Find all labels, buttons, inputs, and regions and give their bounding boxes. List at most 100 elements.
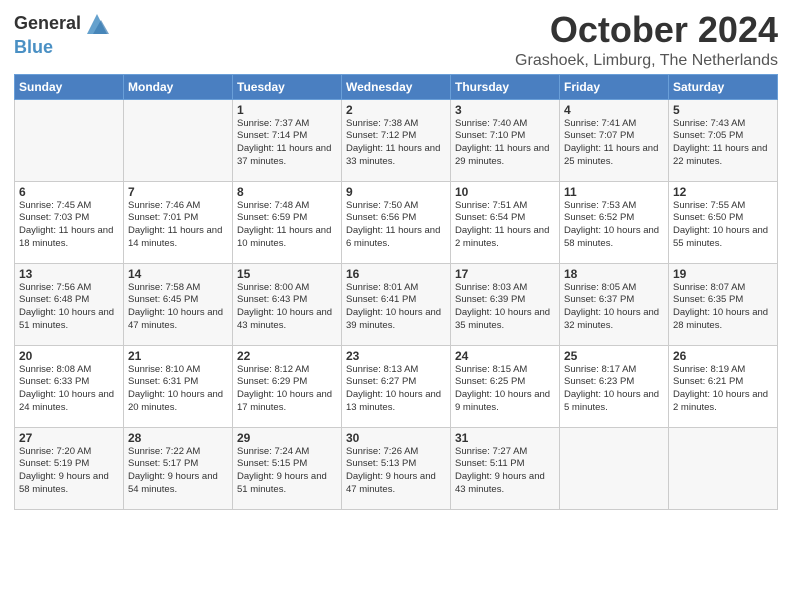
weekday-header-thursday: Thursday bbox=[451, 74, 560, 99]
cell-info: Sunrise: 8:13 AM Sunset: 6:27 PM Dayligh… bbox=[346, 364, 446, 415]
calendar-cell: 15Sunrise: 8:00 AM Sunset: 6:43 PM Dayli… bbox=[233, 263, 342, 345]
month-title: October 2024 bbox=[515, 10, 778, 50]
calendar-cell: 27Sunrise: 7:20 AM Sunset: 5:19 PM Dayli… bbox=[15, 427, 124, 509]
day-number: 1 bbox=[237, 103, 337, 117]
day-number: 14 bbox=[128, 267, 228, 281]
cell-info: Sunrise: 7:48 AM Sunset: 6:59 PM Dayligh… bbox=[237, 200, 337, 251]
calendar-cell: 28Sunrise: 7:22 AM Sunset: 5:17 PM Dayli… bbox=[124, 427, 233, 509]
day-number: 8 bbox=[237, 185, 337, 199]
day-number: 21 bbox=[128, 349, 228, 363]
day-number: 29 bbox=[237, 431, 337, 445]
calendar-cell: 9Sunrise: 7:50 AM Sunset: 6:56 PM Daylig… bbox=[342, 181, 451, 263]
cell-info: Sunrise: 7:26 AM Sunset: 5:13 PM Dayligh… bbox=[346, 446, 446, 497]
calendar-cell bbox=[15, 99, 124, 181]
calendar-week-row: 27Sunrise: 7:20 AM Sunset: 5:19 PM Dayli… bbox=[15, 427, 778, 509]
calendar-cell: 5Sunrise: 7:43 AM Sunset: 7:05 PM Daylig… bbox=[669, 99, 778, 181]
weekday-header-saturday: Saturday bbox=[669, 74, 778, 99]
day-number: 31 bbox=[455, 431, 555, 445]
logo-text: General bbox=[14, 14, 81, 34]
calendar-cell: 6Sunrise: 7:45 AM Sunset: 7:03 PM Daylig… bbox=[15, 181, 124, 263]
calendar-cell: 31Sunrise: 7:27 AM Sunset: 5:11 PM Dayli… bbox=[451, 427, 560, 509]
calendar-cell: 18Sunrise: 8:05 AM Sunset: 6:37 PM Dayli… bbox=[560, 263, 669, 345]
cell-info: Sunrise: 7:22 AM Sunset: 5:17 PM Dayligh… bbox=[128, 446, 228, 497]
calendar-cell: 29Sunrise: 7:24 AM Sunset: 5:15 PM Dayli… bbox=[233, 427, 342, 509]
logo-icon bbox=[83, 10, 111, 38]
calendar-cell: 17Sunrise: 8:03 AM Sunset: 6:39 PM Dayli… bbox=[451, 263, 560, 345]
cell-info: Sunrise: 7:51 AM Sunset: 6:54 PM Dayligh… bbox=[455, 200, 555, 251]
logo: General Blue bbox=[14, 10, 111, 58]
cell-info: Sunrise: 8:07 AM Sunset: 6:35 PM Dayligh… bbox=[673, 282, 773, 333]
cell-info: Sunrise: 7:43 AM Sunset: 7:05 PM Dayligh… bbox=[673, 118, 773, 169]
calendar-week-row: 1Sunrise: 7:37 AM Sunset: 7:14 PM Daylig… bbox=[15, 99, 778, 181]
day-number: 19 bbox=[673, 267, 773, 281]
calendar-cell: 26Sunrise: 8:19 AM Sunset: 6:21 PM Dayli… bbox=[669, 345, 778, 427]
calendar-cell: 3Sunrise: 7:40 AM Sunset: 7:10 PM Daylig… bbox=[451, 99, 560, 181]
calendar-cell: 14Sunrise: 7:58 AM Sunset: 6:45 PM Dayli… bbox=[124, 263, 233, 345]
cell-info: Sunrise: 7:24 AM Sunset: 5:15 PM Dayligh… bbox=[237, 446, 337, 497]
calendar-cell: 21Sunrise: 8:10 AM Sunset: 6:31 PM Dayli… bbox=[124, 345, 233, 427]
cell-info: Sunrise: 8:15 AM Sunset: 6:25 PM Dayligh… bbox=[455, 364, 555, 415]
calendar-cell: 12Sunrise: 7:55 AM Sunset: 6:50 PM Dayli… bbox=[669, 181, 778, 263]
calendar-cell: 22Sunrise: 8:12 AM Sunset: 6:29 PM Dayli… bbox=[233, 345, 342, 427]
cell-info: Sunrise: 7:27 AM Sunset: 5:11 PM Dayligh… bbox=[455, 446, 555, 497]
header: General Blue October 2024 Grashoek, Limb… bbox=[14, 10, 778, 70]
calendar-week-row: 20Sunrise: 8:08 AM Sunset: 6:33 PM Dayli… bbox=[15, 345, 778, 427]
day-number: 4 bbox=[564, 103, 664, 117]
day-number: 20 bbox=[19, 349, 119, 363]
day-number: 25 bbox=[564, 349, 664, 363]
cell-info: Sunrise: 8:08 AM Sunset: 6:33 PM Dayligh… bbox=[19, 364, 119, 415]
cell-info: Sunrise: 8:12 AM Sunset: 6:29 PM Dayligh… bbox=[237, 364, 337, 415]
location-title: Grashoek, Limburg, The Netherlands bbox=[515, 52, 778, 70]
calendar-cell: 2Sunrise: 7:38 AM Sunset: 7:12 PM Daylig… bbox=[342, 99, 451, 181]
day-number: 5 bbox=[673, 103, 773, 117]
day-number: 18 bbox=[564, 267, 664, 281]
cell-info: Sunrise: 8:01 AM Sunset: 6:41 PM Dayligh… bbox=[346, 282, 446, 333]
calendar-week-row: 6Sunrise: 7:45 AM Sunset: 7:03 PM Daylig… bbox=[15, 181, 778, 263]
cell-info: Sunrise: 8:10 AM Sunset: 6:31 PM Dayligh… bbox=[128, 364, 228, 415]
cell-info: Sunrise: 7:45 AM Sunset: 7:03 PM Dayligh… bbox=[19, 200, 119, 251]
cell-info: Sunrise: 7:58 AM Sunset: 6:45 PM Dayligh… bbox=[128, 282, 228, 333]
calendar-week-row: 13Sunrise: 7:56 AM Sunset: 6:48 PM Dayli… bbox=[15, 263, 778, 345]
logo-blue-text: Blue bbox=[14, 37, 53, 57]
day-number: 24 bbox=[455, 349, 555, 363]
calendar-cell: 24Sunrise: 8:15 AM Sunset: 6:25 PM Dayli… bbox=[451, 345, 560, 427]
cell-info: Sunrise: 7:56 AM Sunset: 6:48 PM Dayligh… bbox=[19, 282, 119, 333]
calendar-table: SundayMondayTuesdayWednesdayThursdayFrid… bbox=[14, 74, 778, 510]
title-block: October 2024 Grashoek, Limburg, The Neth… bbox=[515, 10, 778, 70]
weekday-header-friday: Friday bbox=[560, 74, 669, 99]
day-number: 22 bbox=[237, 349, 337, 363]
day-number: 17 bbox=[455, 267, 555, 281]
cell-info: Sunrise: 7:53 AM Sunset: 6:52 PM Dayligh… bbox=[564, 200, 664, 251]
day-number: 26 bbox=[673, 349, 773, 363]
calendar-cell: 7Sunrise: 7:46 AM Sunset: 7:01 PM Daylig… bbox=[124, 181, 233, 263]
day-number: 2 bbox=[346, 103, 446, 117]
day-number: 23 bbox=[346, 349, 446, 363]
calendar-cell: 11Sunrise: 7:53 AM Sunset: 6:52 PM Dayli… bbox=[560, 181, 669, 263]
weekday-header-wednesday: Wednesday bbox=[342, 74, 451, 99]
day-number: 10 bbox=[455, 185, 555, 199]
calendar-cell: 16Sunrise: 8:01 AM Sunset: 6:41 PM Dayli… bbox=[342, 263, 451, 345]
cell-info: Sunrise: 7:38 AM Sunset: 7:12 PM Dayligh… bbox=[346, 118, 446, 169]
weekday-header-row: SundayMondayTuesdayWednesdayThursdayFrid… bbox=[15, 74, 778, 99]
weekday-header-sunday: Sunday bbox=[15, 74, 124, 99]
day-number: 3 bbox=[455, 103, 555, 117]
day-number: 30 bbox=[346, 431, 446, 445]
day-number: 9 bbox=[346, 185, 446, 199]
calendar-cell: 4Sunrise: 7:41 AM Sunset: 7:07 PM Daylig… bbox=[560, 99, 669, 181]
cell-info: Sunrise: 7:37 AM Sunset: 7:14 PM Dayligh… bbox=[237, 118, 337, 169]
weekday-header-monday: Monday bbox=[124, 74, 233, 99]
cell-info: Sunrise: 7:20 AM Sunset: 5:19 PM Dayligh… bbox=[19, 446, 119, 497]
main-container: General Blue October 2024 Grashoek, Limb… bbox=[0, 0, 792, 520]
calendar-cell: 8Sunrise: 7:48 AM Sunset: 6:59 PM Daylig… bbox=[233, 181, 342, 263]
cell-info: Sunrise: 8:17 AM Sunset: 6:23 PM Dayligh… bbox=[564, 364, 664, 415]
calendar-cell: 13Sunrise: 7:56 AM Sunset: 6:48 PM Dayli… bbox=[15, 263, 124, 345]
calendar-cell: 20Sunrise: 8:08 AM Sunset: 6:33 PM Dayli… bbox=[15, 345, 124, 427]
cell-info: Sunrise: 8:03 AM Sunset: 6:39 PM Dayligh… bbox=[455, 282, 555, 333]
calendar-cell: 1Sunrise: 7:37 AM Sunset: 7:14 PM Daylig… bbox=[233, 99, 342, 181]
cell-info: Sunrise: 7:46 AM Sunset: 7:01 PM Dayligh… bbox=[128, 200, 228, 251]
cell-info: Sunrise: 7:40 AM Sunset: 7:10 PM Dayligh… bbox=[455, 118, 555, 169]
calendar-cell bbox=[669, 427, 778, 509]
day-number: 11 bbox=[564, 185, 664, 199]
day-number: 28 bbox=[128, 431, 228, 445]
cell-info: Sunrise: 8:00 AM Sunset: 6:43 PM Dayligh… bbox=[237, 282, 337, 333]
